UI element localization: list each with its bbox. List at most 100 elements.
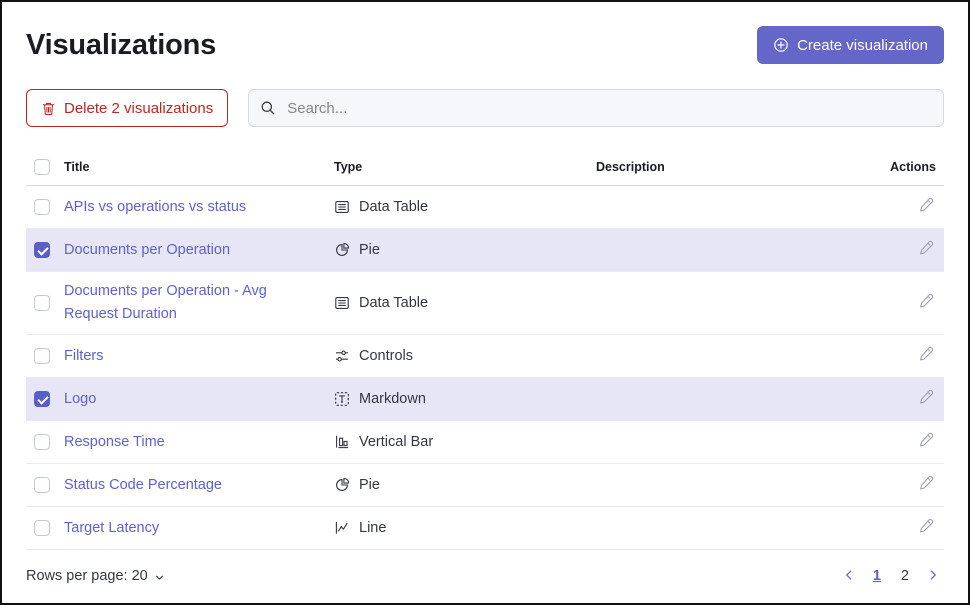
table-row: Target Latency Line [26,507,944,550]
app-window: Visualizations Create visualization Dele… [0,0,970,605]
type-cell: Markdown [334,388,580,411]
edit-button[interactable] [916,290,936,313]
column-header-title: Title [56,149,326,186]
table-row: APIs vs operations vs status Data Table [26,186,944,229]
table-footer: Rows per page: 20 12 [26,562,944,590]
row-checkbox[interactable] [34,391,50,407]
description-cell [588,335,818,378]
visualization-title-link[interactable]: APIs vs operations vs status [64,199,246,215]
rows-per-page-button[interactable]: Rows per page: 20 [26,562,166,590]
row-checkbox[interactable] [34,295,50,311]
pagination-page-1[interactable]: 1 [866,566,888,586]
edit-button[interactable] [916,237,936,260]
type-cell: Controls [334,345,580,368]
edit-button[interactable] [916,472,936,495]
search-input[interactable] [285,99,932,118]
chevron-down-icon [153,571,166,584]
type-cell: Vertical Bar [334,431,580,454]
table-row: Response Time Vertical Bar [26,421,944,464]
row-checkbox[interactable] [34,348,50,364]
type-label: Vertical Bar [359,431,433,454]
row-checkbox[interactable] [34,520,50,536]
visualization-title-link[interactable]: Documents per Operation [64,242,230,258]
type-cell: Pie [334,239,580,262]
description-cell [588,507,818,550]
pencil-icon [918,474,934,493]
type-label: Data Table [359,196,428,219]
pencil-icon [918,239,934,258]
row-checkbox[interactable] [34,477,50,493]
table-row: Documents per Operation Pie [26,229,944,272]
pencil-icon [918,431,934,450]
description-cell [588,464,818,507]
type-cell: Line [334,517,580,540]
row-checkbox[interactable] [34,242,50,258]
rows-per-page-label: Rows per page: 20 [26,568,148,584]
pencil-icon [918,345,934,364]
table-row: Filters Controls [26,335,944,378]
description-cell [588,421,818,464]
type-cell: Pie [334,474,580,497]
vertical-bar-icon [334,434,350,450]
create-visualization-label: Create visualization [797,37,928,54]
controls-sliders-icon [334,348,350,364]
toolbar: Delete 2 visualizations [26,89,944,127]
type-label: Pie [359,474,380,497]
search-icon [260,100,276,116]
page-header: Visualizations Create visualization [26,26,944,64]
type-label: Data Table [359,292,428,315]
type-label: Pie [359,239,380,262]
visualization-title-link[interactable]: Response Time [64,434,165,450]
pencil-icon [918,292,934,311]
create-visualization-button[interactable]: Create visualization [757,26,944,64]
edit-button[interactable] [916,515,936,538]
pie-chart-icon [334,477,350,493]
visualizations-table: Title Type Description Actions APIs vs o… [26,149,944,550]
delete-visualizations-label: Delete 2 visualizations [64,100,213,117]
edit-button[interactable] [916,386,936,409]
plus-circle-icon [773,37,789,53]
data-table-icon [334,295,350,311]
pagination-page-2[interactable]: 2 [894,566,916,586]
chevron-right-icon [926,568,940,585]
table-row: Logo Markdown [26,378,944,421]
line-chart-icon [334,520,350,536]
table-header-row: Title Type Description Actions [26,149,944,186]
table-body: APIs vs operations vs status Data Table … [26,186,944,550]
pencil-icon [918,517,934,536]
data-table-icon [334,199,350,215]
column-header-description: Description [588,149,818,186]
description-cell [588,378,818,421]
table-row: Status Code Percentage Pie [26,464,944,507]
pencil-icon [918,196,934,215]
select-all-checkbox[interactable] [34,159,50,175]
pagination: 12 [838,564,944,589]
delete-visualizations-button[interactable]: Delete 2 visualizations [26,89,228,127]
description-cell [588,186,818,229]
visualization-title-link[interactable]: Documents per Operation - Avg Request Du… [64,283,267,322]
visualization-title-link[interactable]: Status Code Percentage [64,477,222,493]
row-checkbox[interactable] [34,434,50,450]
description-cell [588,229,818,272]
pagination-next-button[interactable] [922,564,944,589]
type-cell: Data Table [334,292,580,315]
chevron-left-icon [842,568,856,585]
search-box [248,89,944,127]
column-header-type: Type [326,149,588,186]
pagination-pages: 12 [866,566,916,586]
type-label: Markdown [359,388,426,411]
visualization-title-link[interactable]: Target Latency [64,520,159,536]
page-title: Visualizations [26,29,216,62]
pie-chart-icon [334,242,350,258]
visualization-title-link[interactable]: Logo [64,391,96,407]
trash-icon [41,101,56,116]
type-label: Controls [359,345,413,368]
edit-button[interactable] [916,429,936,452]
edit-button[interactable] [916,343,936,366]
row-checkbox[interactable] [34,199,50,215]
pagination-prev-button[interactable] [838,564,860,589]
table-row: Documents per Operation - Avg Request Du… [26,272,944,335]
column-header-actions: Actions [818,149,944,186]
edit-button[interactable] [916,194,936,217]
visualization-title-link[interactable]: Filters [64,348,103,364]
